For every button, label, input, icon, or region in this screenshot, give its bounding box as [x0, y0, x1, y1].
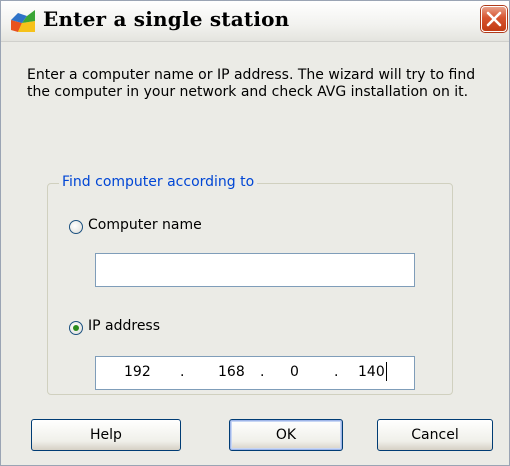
- close-button[interactable]: [481, 6, 507, 32]
- ip-address-label[interactable]: IP address: [88, 318, 160, 334]
- ok-button[interactable]: OK: [229, 419, 343, 451]
- title-bar[interactable]: Enter a single station: [1, 1, 509, 42]
- ip-octet-4: 140: [358, 364, 385, 380]
- ip-separator: .: [334, 364, 339, 380]
- ip-address-radio[interactable]: [69, 321, 83, 335]
- ip-separator: .: [180, 364, 185, 380]
- computer-name-radio[interactable]: [69, 220, 83, 234]
- dialog-window: Enter a single station Enter a computer …: [0, 0, 510, 466]
- ip-octet-1: 192: [124, 364, 151, 380]
- computer-name-input[interactable]: [95, 253, 415, 287]
- ip-octet-3: 0: [290, 364, 299, 380]
- window-title: Enter a single station: [43, 7, 290, 31]
- computer-name-label[interactable]: Computer name: [88, 217, 202, 233]
- help-button[interactable]: Help: [31, 419, 181, 451]
- text-caret: [386, 362, 387, 381]
- cancel-button[interactable]: Cancel: [377, 419, 493, 451]
- ip-address-input[interactable]: 192 . 168 . 0 . 140: [95, 356, 415, 390]
- avg-logo-icon: [11, 10, 35, 32]
- groupbox-legend: Find computer according to: [59, 174, 258, 190]
- close-icon: [486, 11, 502, 27]
- instruction-text: Enter a computer name or IP address. The…: [27, 67, 476, 100]
- ip-octet-2: 168: [218, 364, 245, 380]
- ip-separator: .: [260, 364, 265, 380]
